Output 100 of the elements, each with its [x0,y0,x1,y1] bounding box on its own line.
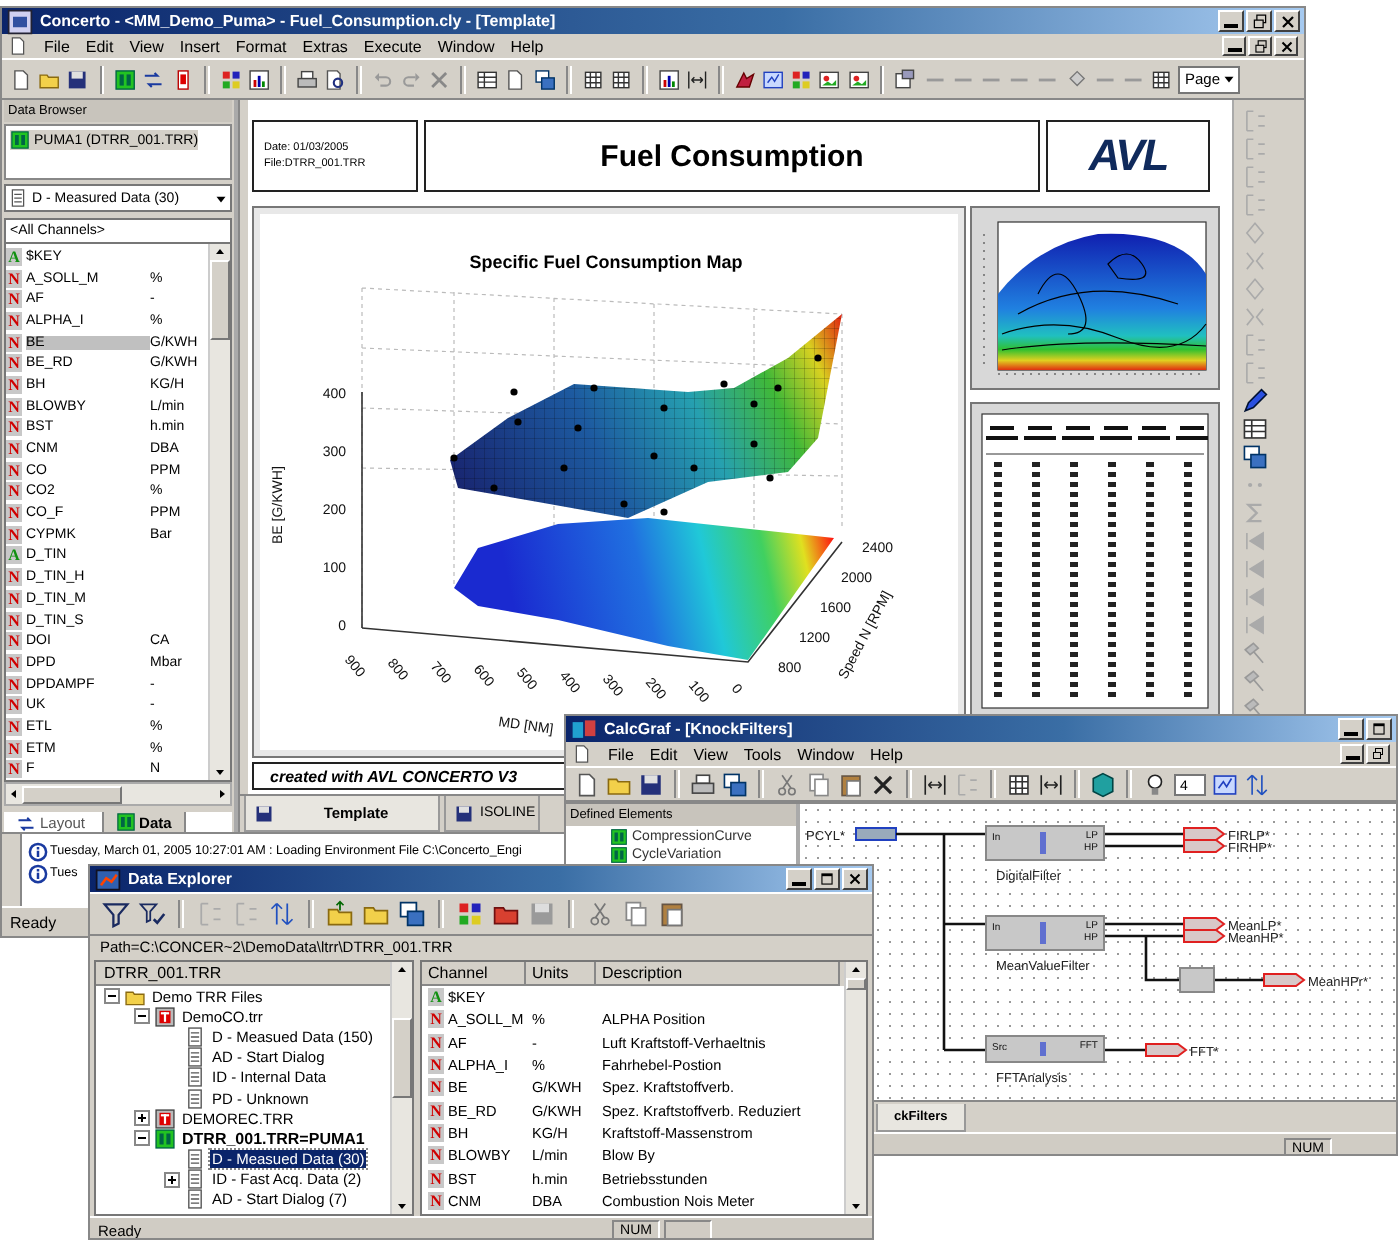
info-icon [28,841,48,861]
filter-check-icon[interactable] [138,900,166,928]
channel-type-badge: N [6,397,22,416]
grid-icon[interactable] [1006,771,1032,797]
menu-item[interactable]: Insert [179,37,220,55]
menu-item[interactable]: View [693,745,728,763]
minimize-button[interactable] [1338,718,1364,740]
paste-icon[interactable] [838,771,864,797]
scroll-thumb[interactable] [22,785,122,803]
cut-icon[interactable] [774,771,800,797]
channel-type-badge: N [428,1191,444,1210]
scrollbar[interactable] [4,782,232,806]
channel-type-badge: N [6,717,22,736]
document-icon[interactable] [10,65,33,93]
copy-icon[interactable] [622,900,650,928]
device-icon [154,1127,176,1150]
column-header[interactable]: Description [596,962,840,986]
expander-icon[interactable] [164,1171,180,1188]
minimize-button[interactable] [786,868,812,890]
scroll-thumb[interactable] [210,260,230,340]
maximize-button[interactable] [1366,718,1392,740]
windows-icon[interactable] [398,900,426,928]
print-preview-icon[interactable] [323,65,347,93]
windows-icon[interactable] [533,65,556,93]
scrollbar[interactable] [390,962,412,1214]
menu-item[interactable]: Extras [302,37,348,55]
close-button[interactable] [1274,10,1300,32]
printer-icon[interactable] [295,65,318,93]
graph-icon[interactable] [1212,771,1238,797]
fit-width-icon[interactable] [1038,771,1064,797]
minimize-icon [1345,756,1359,760]
menu-item[interactable]: Format [235,37,287,55]
scroll-right-icon [214,786,230,802]
maximize-button[interactable] [1366,744,1390,764]
close-button[interactable] [1274,36,1298,56]
printer-icon[interactable] [690,771,716,797]
minimize-button[interactable] [1340,744,1364,764]
save-icon[interactable] [638,771,664,797]
close-icon [846,870,864,888]
scroll-up-icon [394,962,410,978]
device-icon [115,812,136,832]
sort-icon[interactable] [1244,771,1270,797]
arrows-icon [16,813,36,833]
column-header[interactable]: Channel [422,962,526,986]
minimize-button[interactable] [1218,10,1244,32]
document-icon[interactable] [504,65,528,93]
scroll-thumb[interactable] [846,978,866,990]
menu-item[interactable]: Window [797,745,855,763]
bar-chart-icon[interactable] [657,65,680,93]
folder-up-icon[interactable] [326,900,354,928]
menu-item[interactable]: Execute [363,37,422,55]
filter-icon[interactable] [102,900,130,928]
windows-icon[interactable] [722,771,748,797]
properties-icon[interactable] [894,65,918,93]
menu-item[interactable]: Window [437,37,495,55]
menu-item[interactable]: View [129,37,164,55]
report-title: Fuel Consumption [600,139,864,173]
delete-icon[interactable] [870,771,896,797]
maximize-button[interactable] [814,868,840,890]
column-header[interactable]: Units [526,962,596,986]
scrollbar[interactable] [208,244,230,780]
menu-item[interactable]: File [608,745,634,763]
menu-item[interactable]: Help [510,37,544,55]
pencil-icon[interactable] [1242,388,1268,414]
tree-item[interactable]: DTRR_001.TRR=PUMA1 [180,1129,367,1148]
channel-type-badge: N [6,760,22,779]
windows-icon[interactable] [1242,444,1268,470]
fit-width-icon[interactable] [922,771,948,797]
menu-item[interactable]: Edit [649,745,678,763]
menu-item[interactable]: File [44,37,70,55]
panel-handle[interactable] [2,834,22,906]
bulb-icon[interactable] [1142,771,1168,797]
dataset-icon [184,1066,206,1089]
channel-type-badge: N [6,632,22,651]
table-icon[interactable] [1242,416,1268,442]
menu-item[interactable]: Help [870,745,903,763]
close-button[interactable] [842,868,868,890]
menu-item[interactable]: Edit [85,37,114,55]
copy-icon[interactable] [806,771,832,797]
chart-title: Specific Fuel Consumption Map [469,252,743,272]
minimize-button[interactable] [1222,36,1246,56]
device-icon[interactable] [114,65,137,93]
app-icon [94,866,122,893]
expander-icon[interactable] [134,1110,150,1127]
scroll-thumb[interactable] [392,1018,412,1098]
paste-icon[interactable] [658,900,686,928]
expander-icon[interactable] [134,1130,150,1147]
maximize-button[interactable] [1246,10,1272,32]
maximize-button[interactable] [1248,36,1272,56]
expander-icon[interactable] [134,1008,150,1025]
menu-item[interactable]: Tools [743,745,782,763]
channel-type-badge: N [6,269,22,288]
tree-header: DTRR_001.TRR [96,962,390,986]
channel-type-badge: A [6,546,22,565]
color-squares-icon[interactable] [456,900,484,928]
bar-chart-icon[interactable] [247,65,270,93]
expander-icon[interactable] [104,988,120,1005]
sort-icon[interactable] [268,900,296,928]
cut-icon[interactable] [586,900,614,928]
scrollbar[interactable] [844,962,866,1214]
